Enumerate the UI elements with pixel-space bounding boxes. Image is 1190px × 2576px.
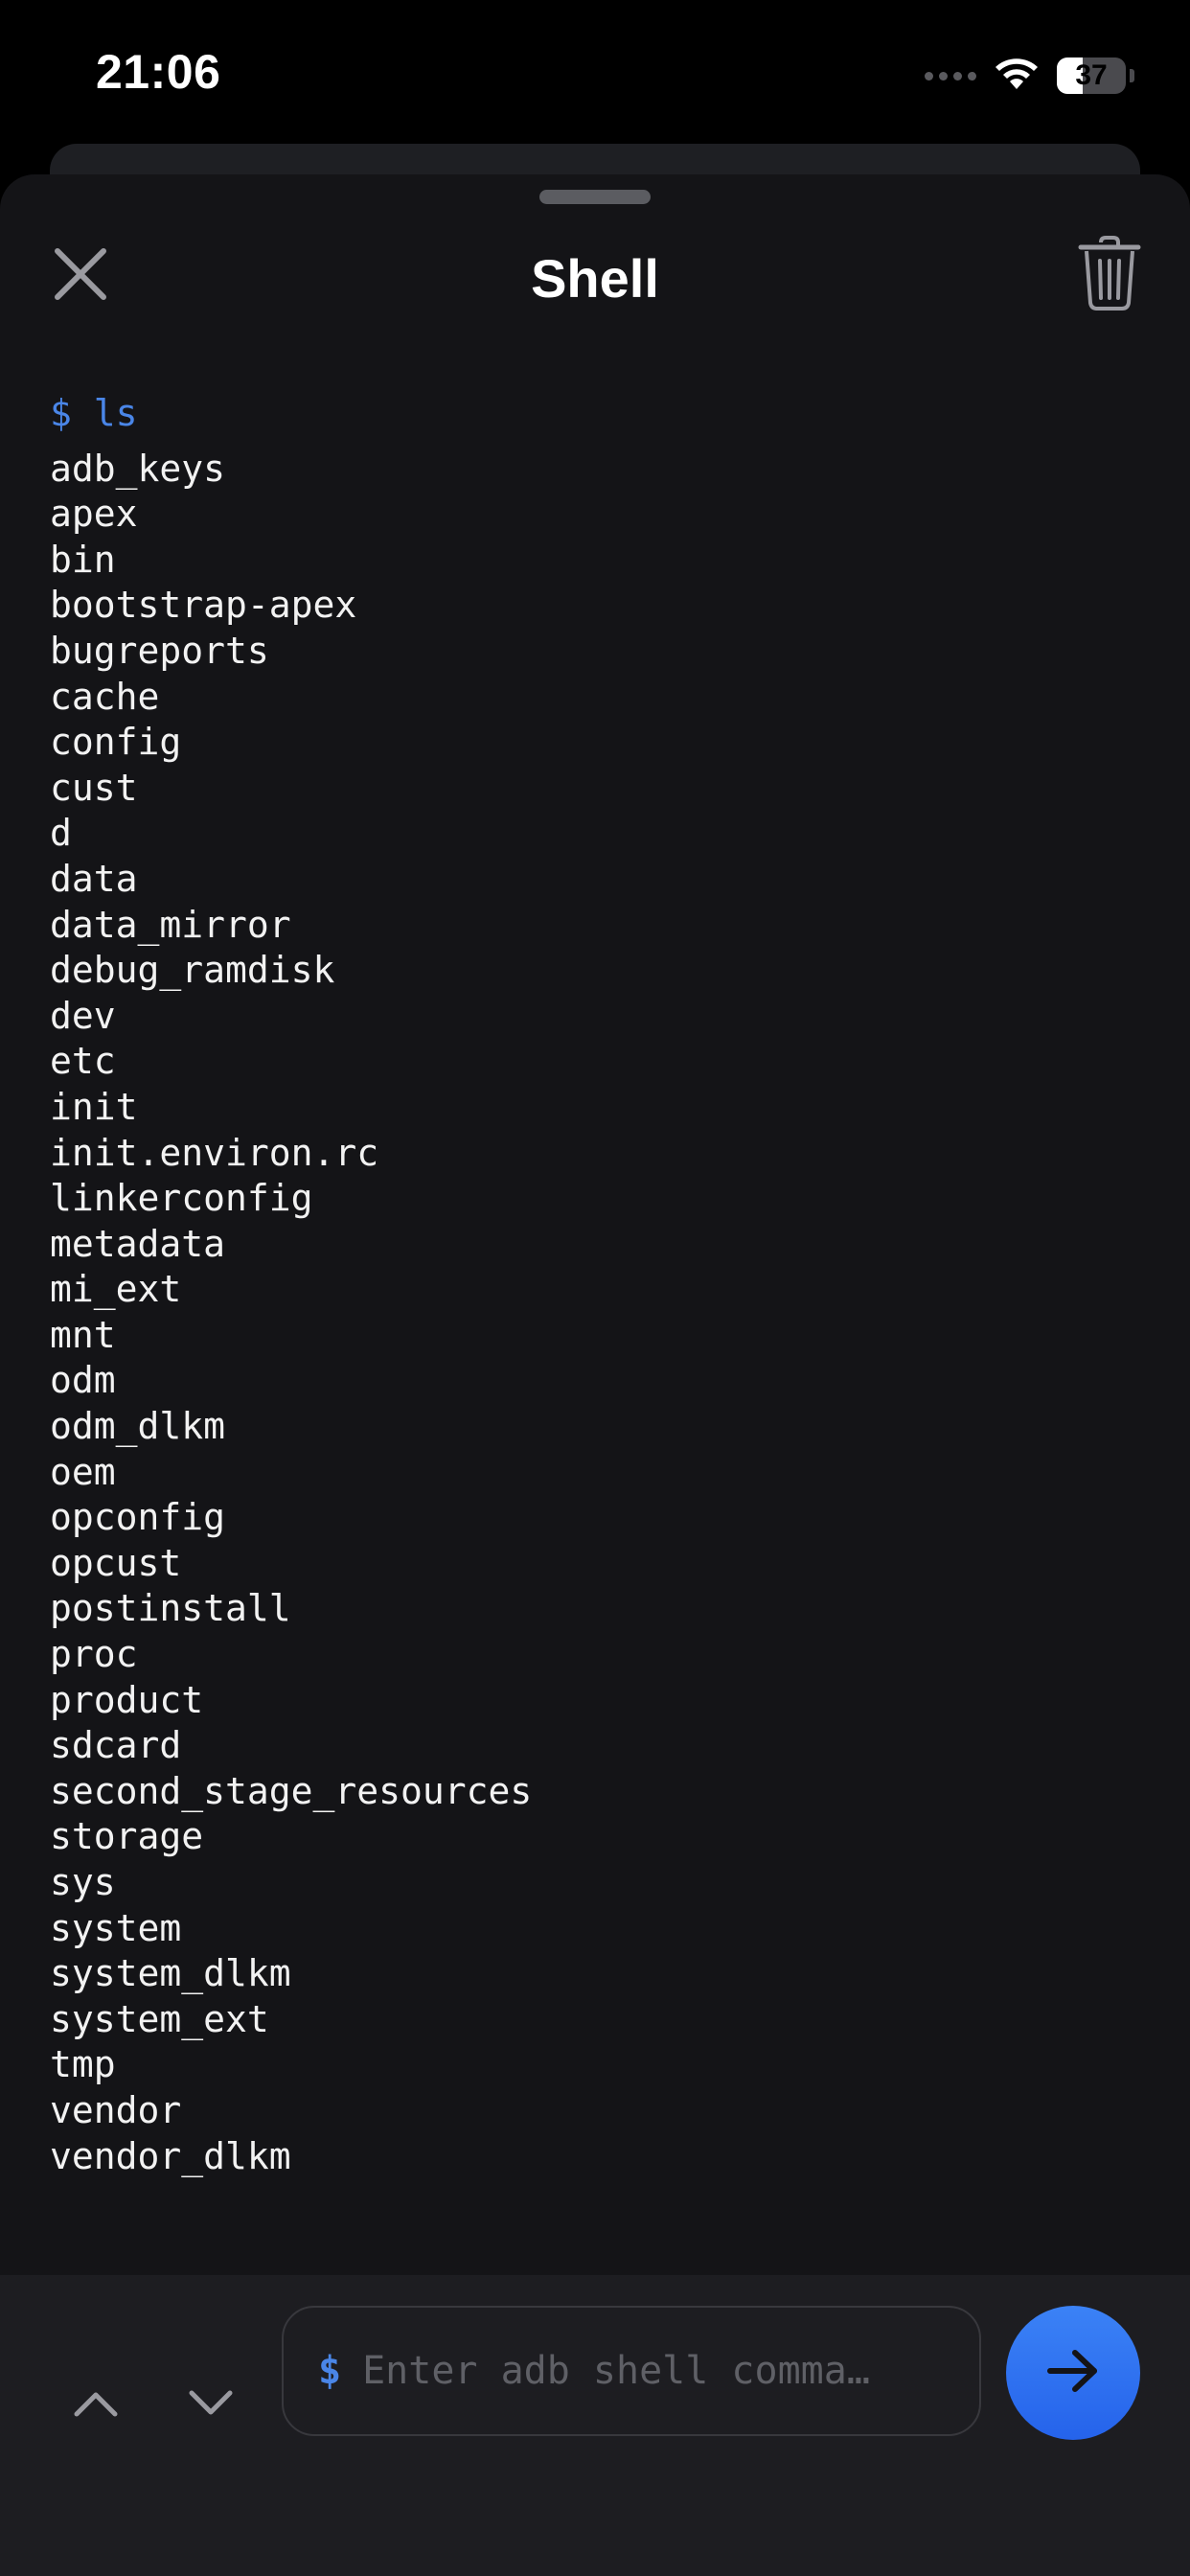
output-line: tmp (50, 2043, 116, 2086)
output-line: postinstall (50, 1587, 291, 1630)
output-line: d (50, 812, 72, 855)
output-line: etc (50, 1040, 116, 1083)
output-line: vendor (50, 2088, 182, 2131)
cellular-signal-icon (925, 71, 976, 80)
output-line: linkerconfig (50, 1177, 313, 1220)
history-up-button[interactable] (57, 2367, 134, 2444)
output-line: system_dlkm (50, 1952, 291, 1995)
arrow-right-icon (1044, 2347, 1102, 2400)
output-line: odm (50, 1359, 116, 1402)
output-list: adb_keys apex bin bootstrap-apex bugreports c… (50, 447, 1142, 2180)
sheet-header: Shell (0, 213, 1190, 328)
output-line: cache (50, 675, 160, 718)
command-bar: $ (0, 2275, 1190, 2576)
output-line: odm_dlkm (50, 1405, 226, 1448)
output-line: sys (50, 1861, 116, 1903)
chevron-down-icon (188, 2389, 234, 2423)
output-line: debug_ramdisk (50, 949, 335, 992)
output-line: mi_ext (50, 1268, 182, 1311)
status-time: 21:06 (96, 45, 221, 99)
output-line: data_mirror (50, 903, 291, 946)
output-line: mnt (50, 1313, 116, 1356)
output-line: metadata (50, 1222, 226, 1265)
output-line: init (50, 1085, 138, 1128)
output-line: opconfig (50, 1496, 226, 1539)
wifi-icon (992, 55, 1041, 98)
output-line: dev (50, 994, 116, 1037)
clear-output-button[interactable] (1071, 234, 1148, 316)
command-input-container[interactable]: $ (282, 2306, 981, 2436)
output-line: config (50, 721, 182, 764)
command-echo: $ ls (50, 392, 138, 434)
prompt-symbol: $ (318, 2349, 342, 2393)
send-button[interactable] (1006, 2306, 1140, 2440)
output-line: bin (50, 538, 116, 581)
trash-icon (1078, 235, 1141, 316)
sheet-grabber[interactable] (539, 190, 651, 204)
terminal-output: $ ls adb_keys apex bin bootstrap-apex bugrep… (50, 391, 1142, 2179)
output-line: bootstrap-apex (50, 584, 357, 627)
battery-percent: 37 (1075, 59, 1108, 91)
battery-icon: 37 (1057, 58, 1126, 94)
output-line: adb_keys (50, 447, 226, 490)
output-line: vendor_dlkm (50, 2134, 291, 2177)
status-bar: 21:06 37 (0, 0, 1190, 144)
output-line: init.environ.rc (50, 1131, 379, 1174)
output-line: data (50, 857, 138, 900)
output-line: apex (50, 493, 138, 536)
output-line: bugreports (50, 629, 269, 672)
output-line: second_stage_resources (50, 1769, 533, 1812)
output-line: opcust (50, 1541, 182, 1584)
output-line: product (50, 1678, 204, 1721)
status-icons: 37 (925, 52, 1134, 100)
output-line: storage (50, 1815, 204, 1858)
shell-sheet: Shell $ ls adb_keys apex bin bootstrap-apex… (0, 174, 1190, 2576)
command-input[interactable] (362, 2349, 919, 2393)
output-line: cust (50, 766, 138, 809)
output-line: sdcard (50, 1724, 182, 1767)
history-down-button[interactable] (172, 2367, 249, 2444)
output-line: oem (50, 1450, 116, 1493)
output-line: system_ext (50, 1997, 269, 2040)
output-line: proc (50, 1633, 138, 1676)
battery-cap (1130, 69, 1134, 82)
page-title: Shell (531, 248, 659, 309)
output-line: system (50, 1906, 182, 1949)
chevron-up-icon (73, 2389, 119, 2423)
